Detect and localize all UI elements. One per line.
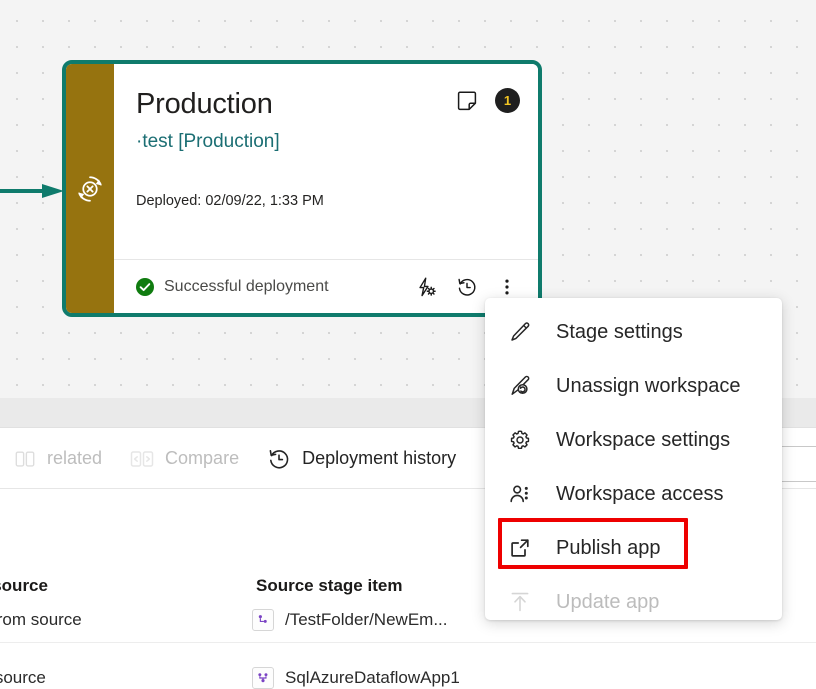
menu-item-workspace-access[interactable]: Workspace access: [485, 467, 782, 521]
app-root: Production ·test [Production] Deployed: …: [0, 0, 816, 689]
gear-icon: [507, 427, 533, 453]
sticky-note-icon[interactable]: [455, 89, 479, 113]
stage-workspace-link[interactable]: ·test [Production]: [136, 129, 518, 154]
stage-context-menu: Stage settings Unassign workspace Wo: [485, 298, 782, 620]
check-circle-icon: [136, 278, 154, 296]
stage-accent-bar: [66, 64, 114, 313]
column-header-compare-to-source: l to source: [0, 576, 48, 596]
menu-item-workspace-settings[interactable]: Workspace settings: [485, 413, 782, 467]
command-deployment-history[interactable]: Deployment history: [253, 429, 470, 488]
command-compare[interactable]: Compare: [116, 429, 253, 488]
menu-item-unassign-workspace[interactable]: Unassign workspace: [485, 359, 782, 413]
stage-deployed-timestamp: Deployed: 02/09/22, 1:33 PM: [136, 192, 518, 211]
deployment-blocked-sync-icon: [75, 174, 105, 204]
production-stage-card[interactable]: Production ·test [Production] Deployed: …: [62, 60, 542, 317]
row-item-cell: /TestFolder/NewEm...: [252, 609, 448, 631]
command-related[interactable]: related: [0, 429, 116, 488]
menu-item-label: Workspace access: [556, 483, 723, 506]
external-link-icon: [507, 535, 533, 561]
menu-item-label: Publish app: [556, 537, 661, 560]
command-compare-label: Compare: [165, 448, 239, 469]
menu-item-stage-settings[interactable]: Stage settings: [485, 305, 782, 359]
row-item-label: SqlAzureDataflowApp1: [285, 668, 460, 688]
dataflow-item-icon: [252, 667, 274, 689]
unassign-pencil-icon: [507, 373, 533, 399]
people-icon: [507, 481, 533, 507]
compare-icon: [130, 447, 154, 471]
menu-item-label: Update app: [556, 591, 659, 614]
row-compare-cell: rent from source: [0, 610, 82, 630]
stage-card-main: Production ·test [Production] Deployed: …: [114, 64, 538, 259]
upload-arrow-icon: [507, 589, 533, 615]
history-icon: [267, 447, 291, 471]
deployment-rules-icon[interactable]: [410, 270, 444, 304]
row-compare-cell: e as source: [0, 668, 46, 688]
menu-item-publish-app[interactable]: Publish app: [485, 521, 782, 575]
command-deployment-history-label: Deployment history: [302, 448, 456, 469]
stage-header-actions: 1: [455, 88, 520, 113]
stage-badge-count[interactable]: 1: [495, 88, 520, 113]
column-header-source-stage-item: Source stage item: [256, 576, 402, 596]
menu-item-label: Workspace settings: [556, 429, 730, 452]
pipeline-connector-arrow: [0, 183, 64, 199]
command-related-label: related: [47, 448, 102, 469]
stage-card-body: Production ·test [Production] Deployed: …: [114, 64, 538, 313]
table-row[interactable]: e as source SqlAzureDataflowApp1: [0, 655, 816, 689]
dataflow-item-icon: [252, 609, 274, 631]
status-badge: Successful deployment: [136, 278, 404, 296]
related-icon: [14, 448, 36, 470]
menu-item-update-app[interactable]: Update app: [485, 575, 782, 629]
deployment-history-icon[interactable]: [450, 270, 484, 304]
pencil-icon: [507, 319, 533, 345]
menu-item-label: Unassign workspace: [556, 375, 741, 398]
row-item-label: /TestFolder/NewEm...: [285, 610, 448, 630]
stage-card-footer: Successful deployment: [114, 259, 538, 313]
row-item-cell: SqlAzureDataflowApp1: [252, 667, 460, 689]
status-label: Successful deployment: [164, 278, 329, 296]
menu-item-label: Stage settings: [556, 321, 683, 344]
